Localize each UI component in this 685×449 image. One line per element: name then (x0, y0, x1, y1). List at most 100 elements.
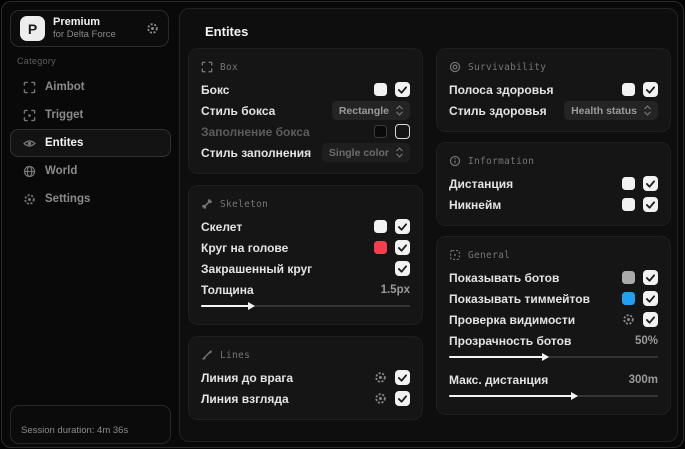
sidebar-item-settings[interactable]: Settings (10, 185, 171, 213)
session-duration-label: Session duration: 4m 36s (21, 425, 129, 436)
checkbox[interactable] (395, 124, 410, 139)
checkbox[interactable] (395, 391, 410, 406)
sidebar-item-label: Settings (45, 193, 91, 205)
slider-value: 50% (634, 334, 658, 347)
brand-logo: P (20, 16, 45, 41)
setting-row: Заполнение бокса (201, 121, 410, 142)
sidebar-item-world[interactable]: World (10, 157, 171, 185)
color-swatch[interactable] (622, 271, 635, 284)
main-content: Entites Box Бокс Стиль бокса Rectangle З… (179, 8, 678, 442)
gear-icon[interactable] (146, 22, 159, 35)
color-swatch[interactable] (374, 241, 387, 254)
crosshair-dot-icon (23, 109, 36, 122)
column-right: Survivability Полоса здоровья Стиль здор… (436, 48, 671, 415)
color-swatch[interactable] (622, 292, 635, 305)
panel-box: Box Бокс Стиль бокса Rectangle Заполнени… (188, 48, 423, 174)
sidebar-item-label: Aimbot (45, 81, 85, 93)
setting-row: Бокс (201, 79, 410, 100)
sidebar-item-entites[interactable]: Entites (10, 129, 171, 157)
fill-style-dropdown[interactable]: Single color (321, 143, 410, 162)
checkbox[interactable] (643, 312, 658, 327)
eye-icon (23, 137, 36, 150)
panel-header-label: Survivability (468, 61, 547, 73)
setting-row: Закрашенный круг (201, 258, 410, 279)
color-swatch[interactable] (622, 83, 635, 96)
setting-row: Линия до врага (201, 367, 410, 388)
sidebar-item-label: World (45, 165, 78, 177)
color-swatch[interactable] (374, 125, 387, 138)
bone-icon (201, 198, 213, 210)
sidebar-item-trigget[interactable]: Trigget (10, 101, 171, 129)
gear-icon[interactable] (374, 371, 387, 384)
panel-survivability: Survivability Полоса здоровья Стиль здор… (436, 48, 671, 132)
sidebar-item-label: Entites (45, 137, 84, 149)
chevron-up-down-icon (396, 147, 403, 158)
setting-row: Показывать тиммейтов (449, 288, 658, 309)
panel-skeleton: Skeleton Скелет Круг на голове Закрашенн… (188, 185, 423, 325)
checkbox[interactable] (643, 291, 658, 306)
panel-header-label: Information (468, 155, 535, 167)
chevron-up-down-icon (396, 105, 403, 116)
checkbox[interactable] (643, 82, 658, 97)
health-style-dropdown[interactable]: Health status (564, 101, 658, 120)
setting-row: Полоса здоровья (449, 79, 658, 100)
setting-row: Стиль заполнения Single color (201, 142, 410, 163)
panel-general: General Показывать ботов Показывать тимм… (436, 236, 671, 415)
column-left: Box Бокс Стиль бокса Rectangle Заполнени… (188, 48, 423, 420)
setting-row: Никнейм (449, 194, 658, 215)
session-duration-card: Session duration: 4m 36s (10, 405, 171, 444)
chevron-up-down-icon (644, 105, 651, 116)
diagonal-line-icon (201, 349, 213, 361)
setting-row: Стиль здоровья Health status (449, 100, 658, 121)
setting-row: Круг на голове (201, 237, 410, 258)
color-swatch[interactable] (622, 198, 635, 211)
max-distance-slider[interactable] (449, 391, 658, 401)
checkbox[interactable] (395, 82, 410, 97)
box-corners-icon (201, 61, 213, 73)
gear-icon (23, 193, 36, 206)
setting-row: Линия взгляда (201, 388, 410, 409)
dashed-grid-icon (449, 249, 461, 261)
brand-title: Premium (53, 15, 101, 28)
setting-row: Толщина 1.5px (201, 282, 410, 297)
panel-lines: Lines Линия до врага Линия взгляда (188, 336, 423, 420)
setting-row: Проверка видимости (449, 309, 658, 330)
gear-icon[interactable] (622, 313, 635, 326)
sidebar-item-label: Trigget (45, 109, 84, 121)
panel-header-label: Box (220, 61, 239, 73)
sidebar-menu: Aimbot Trigget Entites World Settings (10, 73, 171, 213)
color-swatch[interactable] (374, 220, 387, 233)
checkbox[interactable] (395, 240, 410, 255)
thickness-slider[interactable] (201, 301, 410, 311)
crosshair-brackets-icon (23, 81, 36, 94)
info-icon (449, 155, 461, 167)
sidebar-item-aimbot[interactable]: Aimbot (10, 73, 171, 101)
setting-row: Стиль бокса Rectangle (201, 100, 410, 121)
setting-row: Макс. дистанция 300m (449, 372, 658, 387)
page-title: Entites (205, 24, 249, 39)
setting-row: Скелет (201, 216, 410, 237)
checkbox[interactable] (643, 197, 658, 212)
color-swatch[interactable] (374, 83, 387, 96)
app-window: P Premium for Delta Force Category Aimbo… (1, 1, 684, 448)
panel-header-label: Lines (220, 349, 251, 361)
checkbox[interactable] (395, 219, 410, 234)
setting-row: Дистанция (449, 173, 658, 194)
category-label: Category (17, 56, 56, 66)
brand-subtitle: for Delta Force (53, 29, 116, 41)
checkbox[interactable] (643, 176, 658, 191)
checkbox[interactable] (643, 270, 658, 285)
bot-opacity-slider[interactable] (449, 352, 658, 362)
box-style-dropdown[interactable]: Rectangle (331, 101, 410, 120)
lifebuoy-icon (449, 61, 461, 73)
sidebar: P Premium for Delta Force Category Aimbo… (2, 2, 179, 447)
brand-card: P Premium for Delta Force (10, 10, 169, 47)
setting-row: Показывать ботов (449, 267, 658, 288)
checkbox[interactable] (395, 261, 410, 276)
panel-header-label: Skeleton (220, 198, 269, 210)
color-swatch[interactable] (622, 177, 635, 190)
slider-value: 300m (628, 373, 658, 386)
setting-row: Прозрачность ботов 50% (449, 333, 658, 348)
gear-icon[interactable] (374, 392, 387, 405)
checkbox[interactable] (395, 370, 410, 385)
